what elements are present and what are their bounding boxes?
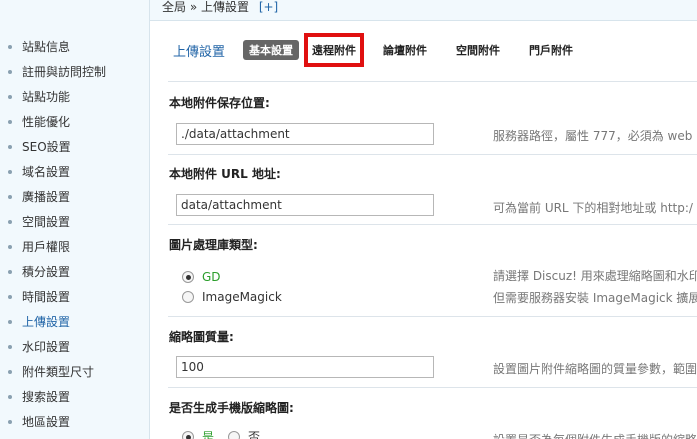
bullet-icon	[8, 69, 12, 74]
sidebar-item-label: 站點信息	[22, 40, 71, 54]
sidebar-item[interactable]: 用戶權限	[0, 235, 149, 260]
bullet-icon	[8, 394, 12, 399]
radio-group-mobile-thumb: 是 否	[182, 428, 260, 439]
sidebar-item-label: 性能優化	[22, 115, 71, 129]
divider	[168, 224, 697, 225]
sidebar-item-label: 地區設置	[22, 415, 71, 429]
sidebar-item[interactable]: 性能優化	[0, 110, 149, 135]
sidebar-item[interactable]: 廣播設置	[0, 185, 149, 210]
main-content: 上傳設置 基本設置 遠程附件 論壇附件 空間附件 門戶附件 本地附件保存位置: …	[151, 22, 697, 439]
page-title: 上傳設置	[173, 44, 226, 60]
tab-bar: 上傳設置 基本設置 遠程附件 論壇附件 空間附件 門戶附件	[173, 33, 596, 67]
sidebar-item-label: 註冊與訪問控制	[22, 65, 107, 79]
sidebar-item[interactable]: 積分設置	[0, 260, 149, 285]
sidebar-item-label: 時間設置	[22, 290, 71, 304]
breadcrumb: 全局 » 上傳設置 [+]	[150, 0, 697, 21]
sidebar-item-label: SEO設置	[22, 140, 71, 154]
bullet-icon	[8, 144, 12, 149]
sidebar-menu: 站點信息 註冊與訪問控制 站點功能 性能優化 SEO設置 域名設置 廣播設置 空…	[0, 21, 149, 435]
bullet-icon	[8, 194, 12, 199]
sidebar-item[interactable]: 域名設置	[0, 160, 149, 185]
bullet-icon	[8, 219, 12, 224]
sidebar-item[interactable]: 附件類型尺寸	[0, 360, 149, 385]
sidebar-item[interactable]: SEO設置	[0, 135, 149, 160]
bullet-icon	[8, 369, 12, 374]
sidebar: 站點信息 註冊與訪問控制 站點功能 性能優化 SEO設置 域名設置 廣播設置 空…	[0, 0, 150, 439]
sidebar-item-label: 用戶權限	[22, 240, 71, 254]
divider	[168, 81, 697, 82]
radio-yes-icon[interactable]	[182, 430, 194, 439]
sidebar-item-label: 廣播設置	[22, 190, 71, 204]
image-lib-hint-1: 請選擇 Discuz! 用來處理縮略圖和水印	[493, 269, 697, 283]
tab-basic-settings[interactable]: 基本設置	[243, 40, 300, 60]
local-path-hint: 服務器路徑，屬性 777，必須為 web	[493, 129, 693, 143]
thumb-quality-hint: 設置圖片附件縮略圖的質量參數，範圍	[493, 362, 697, 376]
divider	[168, 316, 697, 317]
bullet-icon	[8, 294, 12, 299]
image-lib-label: 圖片處理庫類型:	[169, 238, 258, 252]
sidebar-header	[0, 0, 149, 21]
sidebar-item[interactable]: 地區設置	[0, 410, 149, 435]
sidebar-item-label: 空間設置	[22, 215, 71, 229]
local-path-input[interactable]	[176, 123, 434, 145]
local-url-hint: 可為當前 URL 下的相對地址或 http:/	[493, 201, 693, 215]
radio-label-gd: GD	[202, 270, 221, 284]
add-shortcut-link[interactable]: [+]	[259, 0, 278, 14]
sidebar-item[interactable]: 站點功能	[0, 85, 149, 110]
sidebar-item-active[interactable]: 上傳設置	[0, 310, 149, 335]
sidebar-item-label: 上傳設置	[22, 315, 71, 329]
thumb-quality-input[interactable]	[176, 356, 434, 378]
breadcrumb-text: 全局 » 上傳設置	[162, 0, 249, 14]
radio-no-icon[interactable]	[228, 430, 241, 439]
local-url-input[interactable]	[176, 194, 434, 216]
bullet-icon	[8, 44, 12, 49]
mobile-thumb-hint: 設置是否為每個附件生成手機版的縮略	[493, 431, 697, 439]
divider	[168, 154, 697, 155]
radio-option-imagemagick[interactable]: ImageMagick	[182, 290, 282, 304]
sidebar-item-label: 附件類型尺寸	[22, 365, 95, 379]
sidebar-item-label: 搜索設置	[22, 390, 71, 404]
divider	[168, 387, 697, 388]
sidebar-item-label: 水印設置	[22, 340, 71, 354]
image-lib-hint-2: 但需要服務器安裝 ImageMagick 擴展	[493, 291, 697, 305]
radio-checked-icon[interactable]	[182, 271, 194, 283]
mobile-thumb-label: 是否生成手機版縮略圖:	[169, 401, 294, 415]
radio-option-gd[interactable]: GD	[182, 270, 221, 284]
bullet-icon	[8, 119, 12, 124]
bullet-icon	[8, 269, 12, 274]
tab-portal-attachment[interactable]: 門戶附件	[523, 40, 579, 60]
tab-forum-attachment[interactable]: 論壇附件	[377, 40, 433, 60]
bullet-icon	[8, 169, 12, 174]
sidebar-item[interactable]: 水印設置	[0, 335, 149, 360]
sidebar-item-label: 域名設置	[22, 165, 71, 179]
sidebar-item[interactable]: 搜索設置	[0, 385, 149, 410]
sidebar-item[interactable]: 站點信息	[0, 35, 149, 60]
bullet-icon	[8, 244, 12, 249]
bullet-icon	[8, 319, 12, 324]
sidebar-item-label: 積分設置	[22, 265, 71, 279]
radio-unchecked-icon[interactable]	[182, 291, 194, 303]
tab-space-attachment[interactable]: 空間附件	[450, 40, 506, 60]
bullet-icon	[8, 344, 12, 349]
local-path-label: 本地附件保存位置:	[169, 96, 270, 110]
thumb-quality-label: 縮略圖質量:	[169, 330, 234, 344]
bullet-icon	[8, 419, 12, 424]
bullet-icon	[8, 94, 12, 99]
sidebar-item[interactable]: 時間設置	[0, 285, 149, 310]
local-url-label: 本地附件 URL 地址:	[169, 167, 281, 181]
sidebar-item[interactable]: 空間設置	[0, 210, 149, 235]
sidebar-item-label: 站點功能	[22, 90, 71, 104]
radio-label-yes: 是	[202, 430, 215, 439]
radio-label-imagemagick: ImageMagick	[202, 290, 282, 304]
tab-remote-attachment[interactable]: 遠程附件	[304, 33, 365, 67]
sidebar-item[interactable]: 註冊與訪問控制	[0, 60, 149, 85]
radio-label-no: 否	[248, 430, 261, 439]
